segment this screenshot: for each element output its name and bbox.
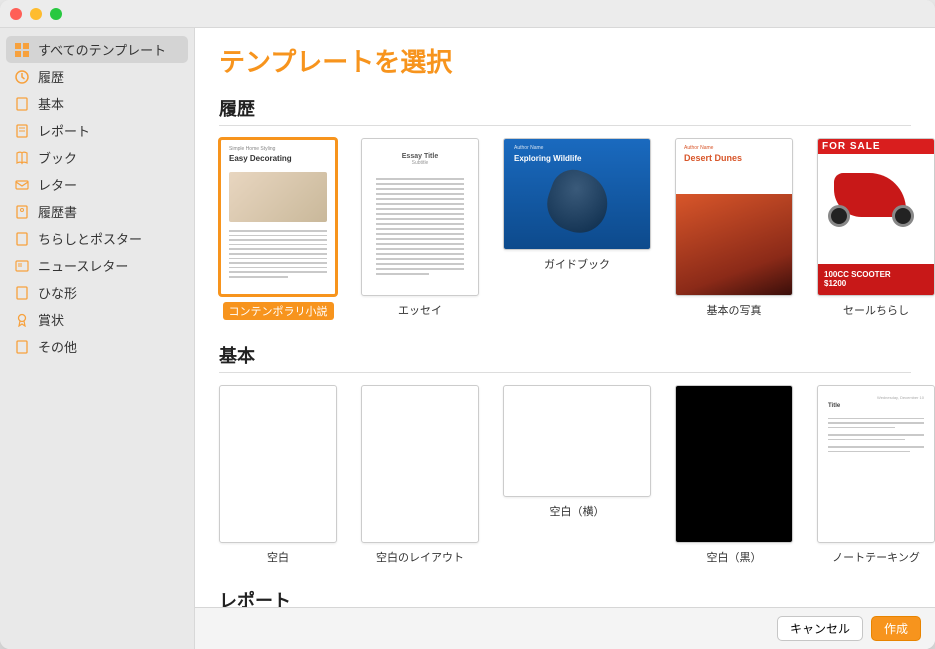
sidebar-item-recent[interactable]: 履歴 <box>0 63 194 90</box>
thumb-title: Title <box>828 401 924 412</box>
sidebar-item-newsletter[interactable]: ニュースレター <box>0 252 194 279</box>
doc-icon <box>14 231 30 247</box>
thumb-title: Easy Decorating <box>229 154 292 163</box>
template-chooser-window: すべてのテンプレート 履歴 基本 レポート ブック レター <box>0 0 935 649</box>
sidebar-item-label: 履歴書 <box>38 202 77 221</box>
template-thumb <box>219 385 337 543</box>
template-thumb: Wednesday, December 10 Title <box>817 385 935 543</box>
thumb-heading: FOR SALE <box>818 139 934 154</box>
close-icon[interactable] <box>10 8 22 20</box>
page-title: テンプレートを選択 <box>219 42 911 79</box>
template-thumb: Author Name Desert Dunes <box>675 138 793 296</box>
sidebar-item-report[interactable]: レポート <box>0 117 194 144</box>
template-thumb <box>503 385 651 497</box>
footer: キャンセル 作成 <box>195 607 935 649</box>
template-blank-landscape[interactable]: 空白（横） <box>503 385 651 565</box>
section-title-basic: 基本 <box>219 342 911 373</box>
thumb-author: Author Name <box>514 145 543 151</box>
template-label: ノートテーキング <box>832 549 920 565</box>
sidebar: すべてのテンプレート 履歴 基本 レポート ブック レター <box>0 28 195 649</box>
template-thumb <box>675 385 793 543</box>
thumb-title: Desert Dunes <box>684 153 742 163</box>
sidebar-item-letter[interactable]: レター <box>0 171 194 198</box>
clock-icon <box>14 69 30 85</box>
template-label: 空白（横） <box>550 503 605 519</box>
section-title-recent: 履歴 <box>219 95 911 126</box>
cancel-button[interactable]: キャンセル <box>777 616 863 641</box>
thumb-pretext: Simple Home Styling <box>229 146 275 152</box>
thumb-image <box>676 194 792 295</box>
template-guidebook[interactable]: Author Name Exploring Wildlife ガイドブック <box>503 138 651 320</box>
grid-icon <box>14 42 30 58</box>
thumb-image <box>822 157 930 237</box>
template-thumb: Simple Home Styling Easy Decorating <box>219 138 337 296</box>
thumb-price: 100CC SCOOTER $1200 <box>818 264 934 295</box>
doc-icon <box>14 204 30 220</box>
sidebar-item-book[interactable]: ブック <box>0 144 194 171</box>
template-thumb: Essay Title Subtitle <box>361 138 479 296</box>
minimize-icon[interactable] <box>30 8 42 20</box>
thumb-author: Author Name <box>684 145 713 151</box>
template-basic-photo[interactable]: Author Name Desert Dunes 基本の写真 <box>675 138 793 320</box>
template-label: 空白のレイアウト <box>376 549 464 565</box>
doc-icon <box>14 285 30 301</box>
fullscreen-icon[interactable] <box>50 8 62 20</box>
sidebar-item-label: ブック <box>38 148 77 167</box>
template-thumb <box>361 385 479 543</box>
thumb-subtitle: Subtitle <box>362 160 478 166</box>
template-thumb: Author Name Exploring Wildlife <box>503 138 651 250</box>
sidebar-item-flyer[interactable]: ちらしとポスター <box>0 225 194 252</box>
book-icon <box>14 150 30 166</box>
sidebar-item-label: 賞状 <box>38 310 64 329</box>
sidebar-item-certificate[interactable]: 賞状 <box>0 306 194 333</box>
sidebar-item-label: ニュースレター <box>38 256 128 275</box>
sidebar-item-stationery[interactable]: ひな形 <box>0 279 194 306</box>
doc-icon <box>14 339 30 355</box>
titlebar <box>0 0 935 28</box>
template-label: 基本の写真 <box>707 302 762 318</box>
template-thumb: FOR SALE 100CC SCOOTER $1200 <box>817 138 935 296</box>
template-row-basic: 空白 空白のレイアウト 空白（横） 空白（黒） <box>219 385 911 565</box>
sidebar-item-label: 履歴 <box>38 67 64 86</box>
thumb-title: Essay Title <box>362 153 478 160</box>
template-essay[interactable]: Essay Title Subtitle エッセイ <box>361 138 479 320</box>
envelope-icon <box>14 177 30 193</box>
template-label: セールちらし <box>843 302 909 318</box>
sidebar-item-label: レター <box>38 175 77 194</box>
sidebar-item-basic[interactable]: 基本 <box>0 90 194 117</box>
template-label: 空白 <box>267 549 289 565</box>
section-title-report: レポート <box>219 587 911 607</box>
template-label: エッセイ <box>398 302 442 318</box>
sidebar-item-label: すべてのテンプレート <box>38 40 166 59</box>
doc-icon <box>14 96 30 112</box>
thumb-lines <box>229 230 327 281</box>
thumb-title: Exploring Wildlife <box>514 155 581 164</box>
sidebar-item-label: ひな形 <box>38 283 77 302</box>
main-area: テンプレートを選択 履歴 Simple Home Styling Easy De… <box>195 28 935 649</box>
template-label: 空白（黒） <box>707 549 762 565</box>
sidebar-item-all-templates[interactable]: すべてのテンプレート <box>6 36 188 63</box>
template-contemporary-novel[interactable]: Simple Home Styling Easy Decorating コンテン… <box>219 138 337 320</box>
template-blank-black[interactable]: 空白（黒） <box>675 385 793 565</box>
template-row-recent: Simple Home Styling Easy Decorating コンテン… <box>219 138 911 320</box>
sidebar-item-label: レポート <box>38 121 90 140</box>
template-label: コンテンポラリ小説 <box>223 302 334 320</box>
template-blank[interactable]: 空白 <box>219 385 337 565</box>
thumb-image <box>229 172 327 222</box>
award-icon <box>14 312 30 328</box>
sidebar-item-other[interactable]: その他 <box>0 333 194 360</box>
template-sale-flyer[interactable]: FOR SALE 100CC SCOOTER $1200 セール <box>817 138 935 320</box>
template-note-taking[interactable]: Wednesday, December 10 Title <box>817 385 935 565</box>
doc-icon <box>14 123 30 139</box>
create-button[interactable]: 作成 <box>871 616 921 641</box>
template-label: ガイドブック <box>544 256 610 272</box>
sidebar-item-label: その他 <box>38 337 77 356</box>
sidebar-item-label: 基本 <box>38 94 64 113</box>
template-blank-layout[interactable]: 空白のレイアウト <box>361 385 479 565</box>
sidebar-item-label: ちらしとポスター <box>38 229 142 248</box>
news-icon <box>14 258 30 274</box>
sidebar-item-resume[interactable]: 履歴書 <box>0 198 194 225</box>
traffic-lights <box>10 8 62 20</box>
